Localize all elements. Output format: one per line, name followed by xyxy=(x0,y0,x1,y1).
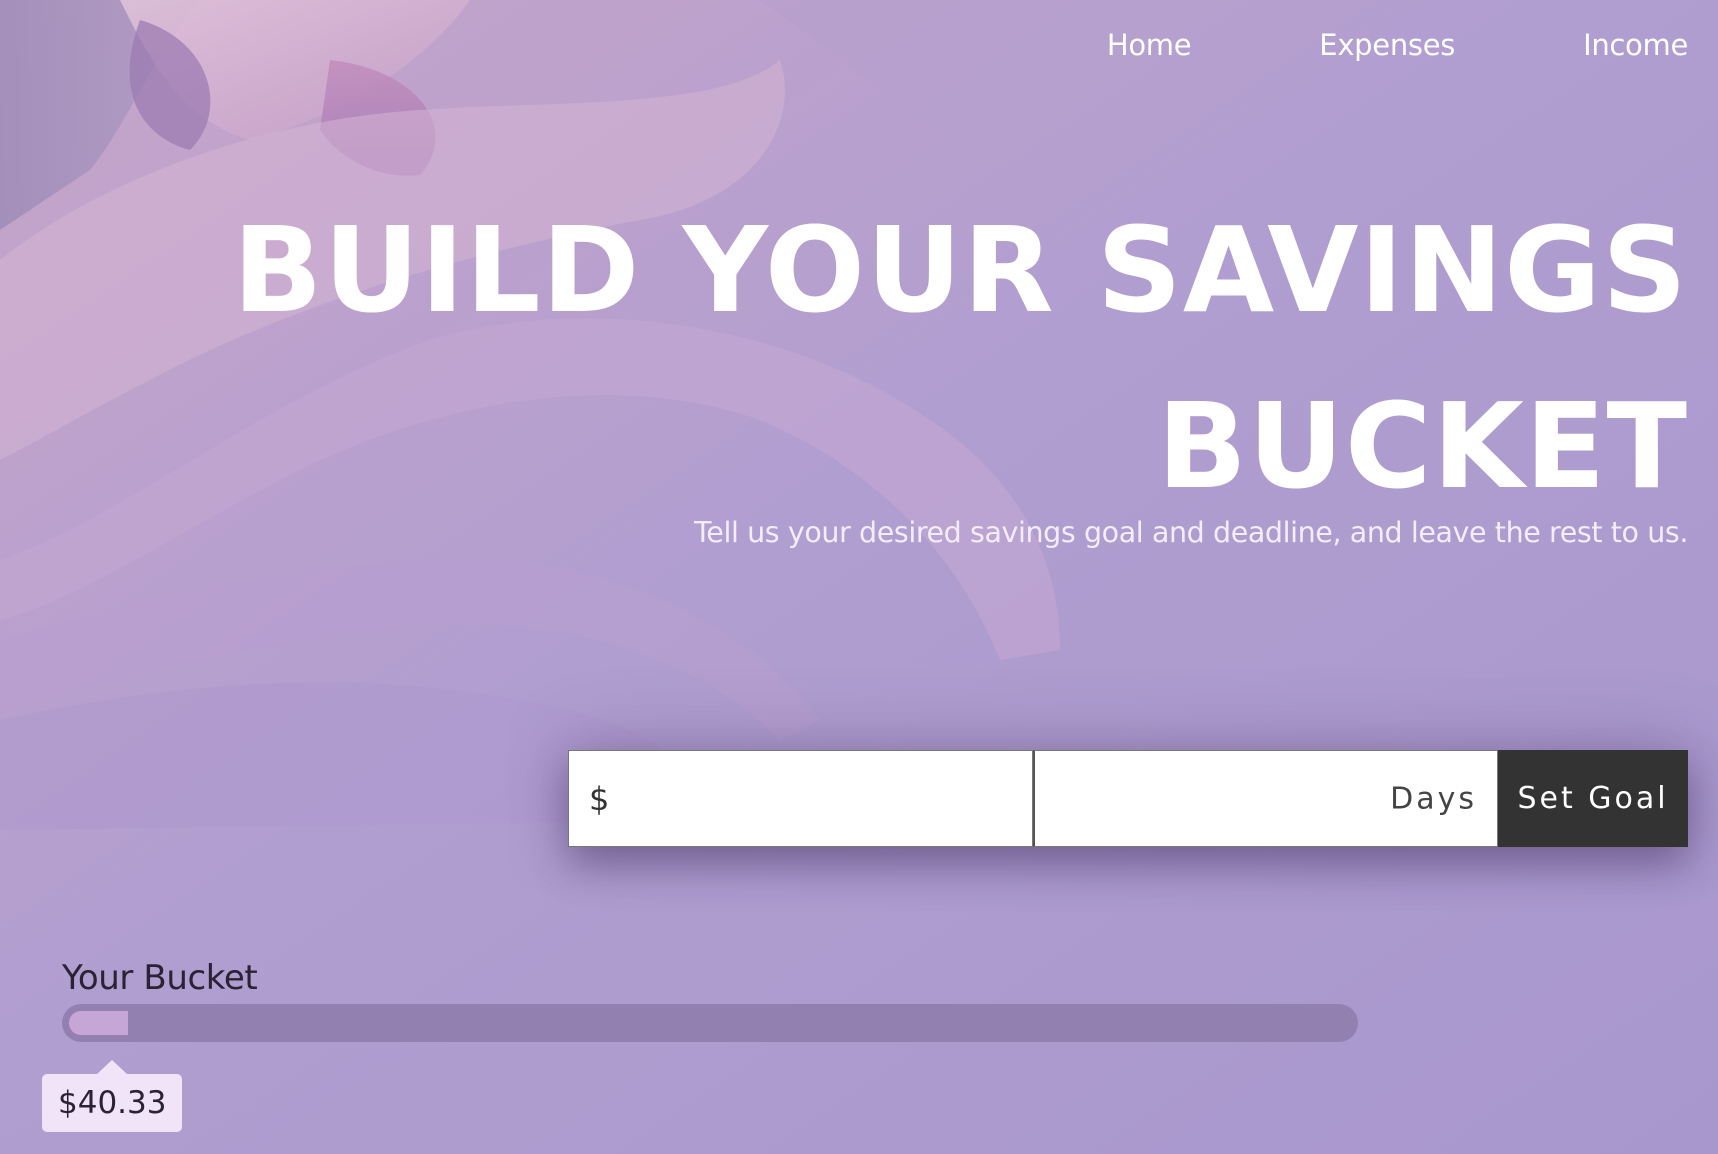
bucket-progress-bar xyxy=(62,1004,1358,1042)
nav-expenses-link[interactable]: Expenses xyxy=(1319,28,1455,62)
top-nav: Home Expenses Income xyxy=(1107,28,1688,62)
hero-subtitle: Tell us your desired savings goal and de… xyxy=(694,516,1688,549)
hero-title: BUILD YOUR SAVINGS BUCKET xyxy=(232,201,1688,515)
bucket-progress-fill xyxy=(69,1011,128,1035)
nav-home-link[interactable]: Home xyxy=(1107,28,1192,62)
days-suffix: Days xyxy=(1390,781,1477,816)
nav-income-link[interactable]: Income xyxy=(1583,28,1688,62)
background-artwork xyxy=(0,0,1718,1154)
bucket-label: Your Bucket xyxy=(62,958,258,998)
bucket-amount: $40.33 xyxy=(58,1085,167,1121)
set-goal-button[interactable]: Set Goal xyxy=(1498,750,1688,847)
amount-field: $ xyxy=(568,750,1033,847)
days-field: Days xyxy=(1033,750,1498,847)
bucket-amount-tooltip: $40.33 xyxy=(42,1074,183,1132)
amount-input[interactable] xyxy=(569,751,1032,846)
savings-goal-form: $ Days Set Goal xyxy=(568,750,1688,847)
